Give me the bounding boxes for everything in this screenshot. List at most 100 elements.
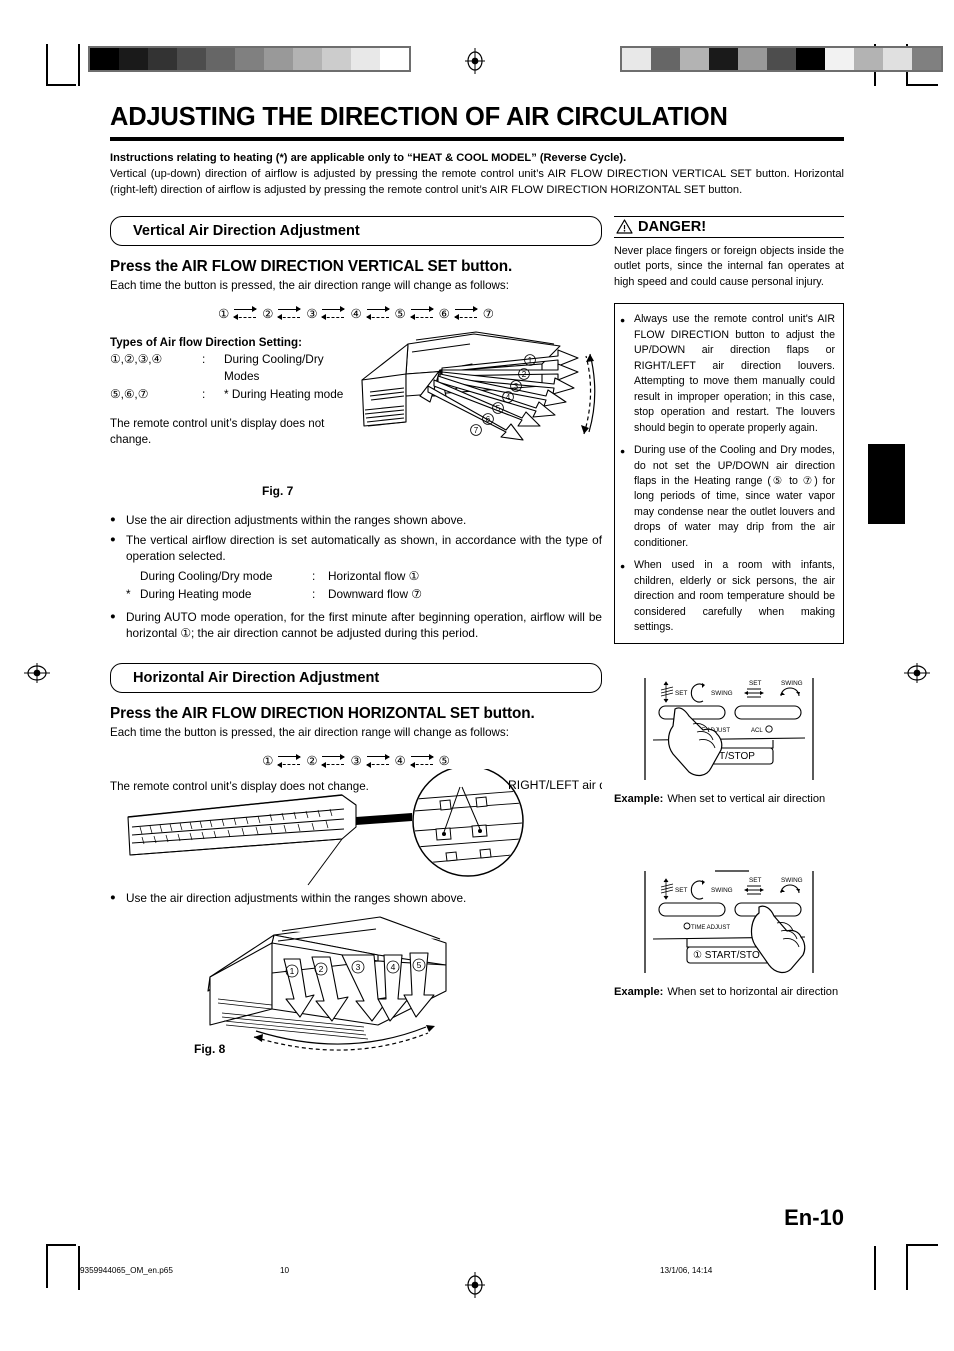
right-column: DANGER! Never place fingers or foreign o… <box>614 215 844 1064</box>
types-row: ⑤,⑥,⑦ : * During Heating mode <box>110 386 360 404</box>
caution-item: ● When used in a room with infants, chil… <box>620 558 835 635</box>
intro-bold-note: Instructions relating to heating (*) are… <box>110 151 627 164</box>
bullet-item: ● During AUTO mode operation, for the fi… <box>110 609 602 641</box>
gray-patch-5 <box>235 48 264 70</box>
bullet-dot-icon: ● <box>620 446 626 457</box>
svg-text:2: 2 <box>522 370 527 379</box>
types-value: * During Heating mode <box>224 387 344 402</box>
mode-flow-line: * During Heating mode : Downward flow ⑦ <box>110 585 602 603</box>
title-rule <box>110 136 844 141</box>
sequence-arrow-icon <box>276 753 303 769</box>
danger-body-text: Never place fingers or foreign objects i… <box>614 244 844 288</box>
registration-target-right <box>904 663 930 683</box>
page-content: ADJUSTING THE DIRECTION OF AIR CIRCULATI… <box>110 103 844 1064</box>
gray-patch-10 <box>380 48 409 70</box>
sequence-arrow-icon <box>365 753 392 769</box>
gray-patch-1 <box>119 48 148 70</box>
example-label: Example: <box>614 793 664 806</box>
figure-8-air-conditioner-horizontal-louvers: 1 2 3 4 5 Fig. 8 <box>194 916 447 1056</box>
svg-text:2: 2 <box>319 964 324 974</box>
sequence-arrow-icon <box>453 306 480 322</box>
sequence-step: ④ <box>350 307 362 322</box>
horizontal-sub-instruction: Each time the button is pressed, the air… <box>110 726 509 740</box>
louver-detail-figure-wrap: RIGHT/LEFT air direction louvers <box>110 765 688 894</box>
sequence-arrow-icon <box>276 306 303 322</box>
thumb-index-tab <box>868 444 905 524</box>
crop-mark-bottom-left-v <box>46 1244 48 1288</box>
svg-text:1: 1 <box>290 966 295 976</box>
danger-heading-text: DANGER! <box>638 218 707 235</box>
sequence-arrow-icon <box>365 306 392 322</box>
sequence-step: ③ <box>306 307 318 322</box>
types-colon: : <box>202 387 206 402</box>
horizontal-sequence: ① ② ③ ④ ⑤ <box>110 753 602 769</box>
remote-small-label-acl: ACL <box>751 728 763 734</box>
remote-btn-label-set-horizontal: SET <box>749 680 762 687</box>
caution-text: When used in a room with infants, childr… <box>634 559 835 634</box>
example-2-caption: Example: When set to horizontal air dire… <box>614 985 844 1000</box>
footer-date: 13/1/06, 14:14 <box>660 1266 713 1275</box>
caution-text: Always use the remote control unit's AIR… <box>634 313 835 434</box>
crop-mark-top-left-v <box>46 44 48 86</box>
registration-target-left <box>24 663 50 683</box>
svg-text:4: 4 <box>506 393 511 402</box>
mode-flow-line: During Cooling/Dry mode : Horizontal flo… <box>110 567 602 585</box>
warning-triangle-icon <box>616 219 633 234</box>
crop-mark-top-left-h <box>46 84 76 86</box>
crop-mark-bottom-left-h <box>46 1244 76 1246</box>
sequence-arrow-icon <box>320 306 347 322</box>
sequence-step: ② <box>306 754 318 769</box>
sequence-step: ⑤ <box>394 307 406 322</box>
sequence-step: ① <box>262 754 274 769</box>
gray-patch-5 <box>767 48 796 70</box>
left-column: Vertical Air Direction Adjustment Press … <box>110 215 688 1064</box>
caution-text: During use of the Cooling and Dry modes,… <box>634 444 835 549</box>
footer-file-name: 9359944065_OM_en.p65 <box>80 1266 173 1275</box>
svg-text:3: 3 <box>514 382 519 391</box>
figure-7-air-conditioner-vertical-flaps: 1 2 3 4 5 6 7 <box>361 331 596 441</box>
gray-patch-8 <box>854 48 883 70</box>
gray-patch-9 <box>883 48 912 70</box>
caution-item: ● During use of the Cooling and Dry mode… <box>620 443 835 551</box>
remote-btn-label-swing-vertical: SWING <box>711 887 733 894</box>
gray-patch-2 <box>680 48 709 70</box>
gray-patch-4 <box>738 48 767 70</box>
gray-patch-10 <box>912 48 941 70</box>
gray-patch-7 <box>293 48 322 70</box>
page-title: ADJUSTING THE DIRECTION OF AIR CIRCULATI… <box>110 103 728 131</box>
registration-target-bottom <box>465 1272 485 1298</box>
horizontal-lead-instruction: Press the AIR FLOW DIRECTION HORIZONTAL … <box>110 705 535 723</box>
svg-text:1: 1 <box>528 356 533 365</box>
sequence-step: ④ <box>394 754 406 769</box>
remote-main-button-label: T/STOP <box>719 751 755 762</box>
sequence-arrow-icon <box>232 306 259 322</box>
types-keys: ①,②,③,④ <box>110 351 163 366</box>
bullet-dot-icon: ● <box>110 533 116 545</box>
example-1-caption: Example: When set to vertical air direct… <box>614 792 844 807</box>
svg-text:5: 5 <box>417 960 422 970</box>
sequence-step: ③ <box>350 754 362 769</box>
gray-patch-7 <box>825 48 854 70</box>
section-header-horizontal: Horizontal Air Direction Adjustment <box>110 663 602 694</box>
mode-star <box>126 567 140 585</box>
gray-patch-3 <box>709 48 738 70</box>
print-footer: 9359944065_OM_en.p65 10 13/1/06, 14:14 <box>80 1266 870 1275</box>
gray-patch-0 <box>622 48 651 70</box>
sequence-step: ⑤ <box>438 754 450 769</box>
section-header-vertical: Vertical Air Direction Adjustment <box>110 215 602 246</box>
gray-patch-3 <box>177 48 206 70</box>
bullet-dot-icon: ● <box>110 514 116 526</box>
types-row: ①,②,③,④ : During Cooling/Dry Modes <box>110 351 360 386</box>
types-value: During Cooling/Dry Modes <box>224 351 324 384</box>
gray-patch-9 <box>351 48 380 70</box>
grayscale-wedge-left <box>88 46 411 72</box>
gray-patch-4 <box>206 48 235 70</box>
vertical-display-note: The remote control unit’s display does n… <box>110 416 325 447</box>
gray-patch-1 <box>651 48 680 70</box>
mode-name: During Heating mode <box>140 587 252 602</box>
bullet-text: During AUTO mode operation, for the firs… <box>126 609 602 640</box>
gray-patch-6 <box>264 48 293 70</box>
remote-btn-label-set-horizontal: SET <box>749 877 762 884</box>
example-text: When set to horizontal air direction <box>667 986 839 999</box>
crop-mark-bottom-right-bar <box>906 1246 908 1290</box>
